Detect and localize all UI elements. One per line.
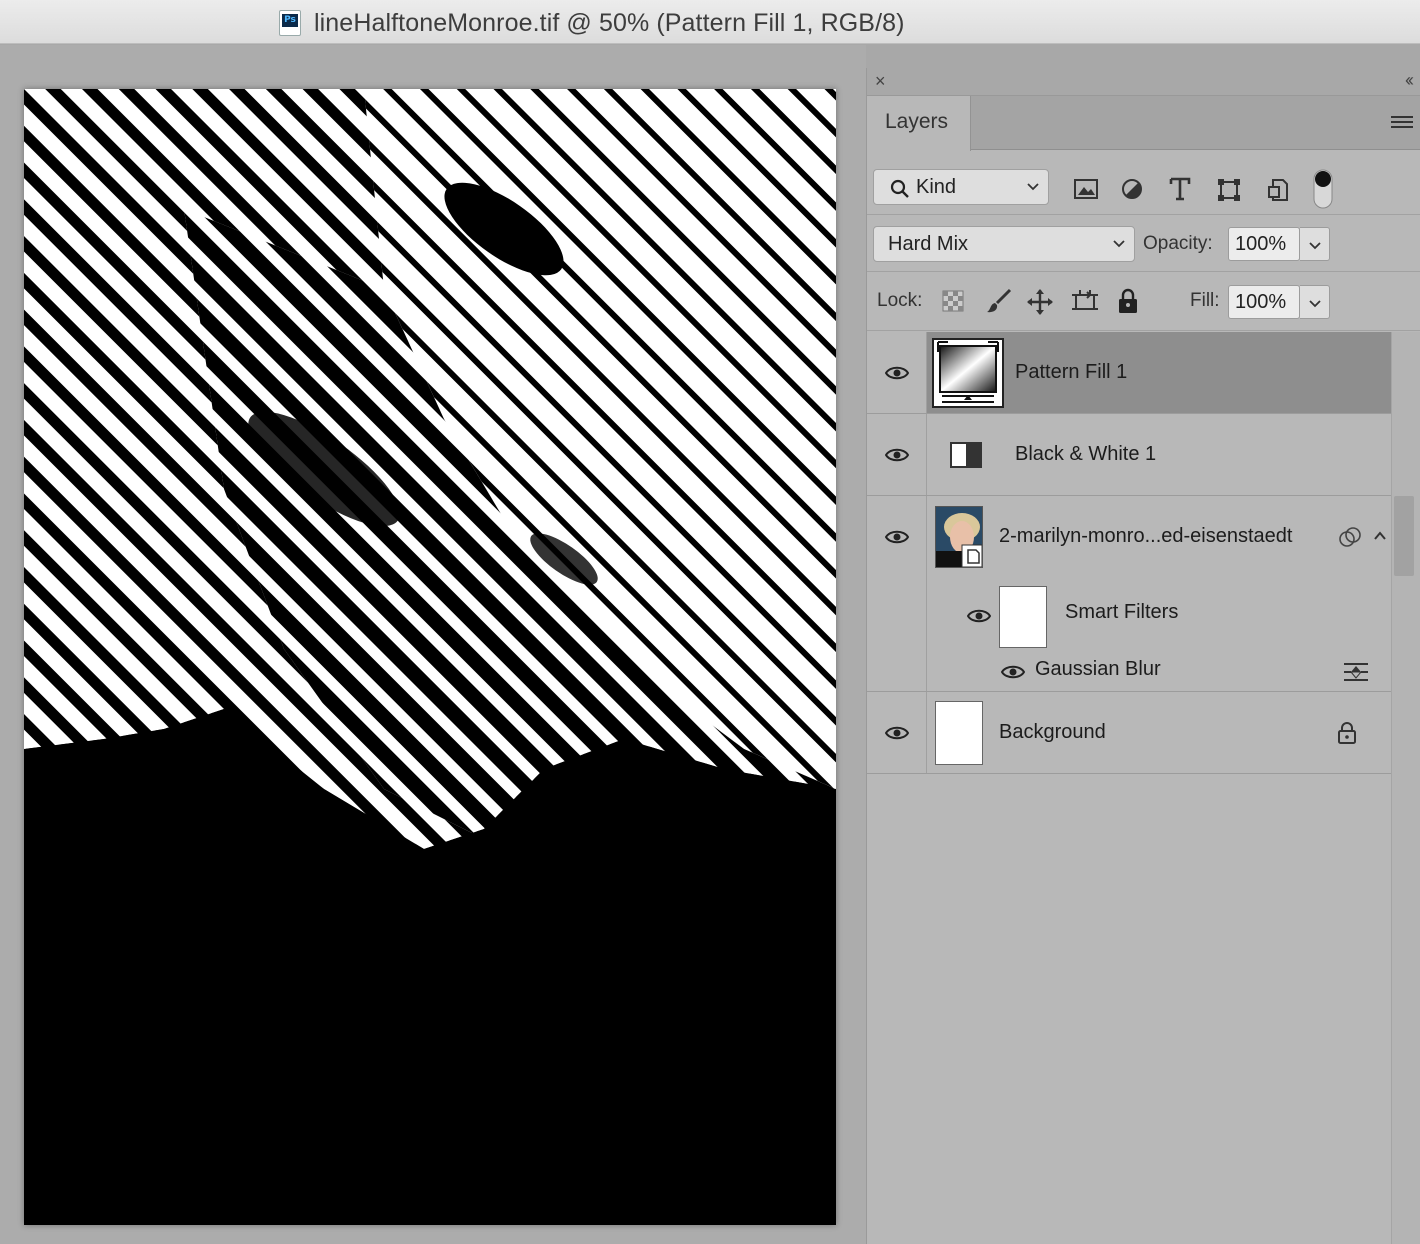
filter-blending-options-icon[interactable] — [1343, 662, 1369, 682]
smart-filter-link-icon — [1339, 527, 1361, 547]
collapse-panel-icon[interactable]: ‹‹ — [1405, 70, 1414, 91]
search-icon — [890, 179, 909, 198]
background-thumbnail — [935, 701, 983, 765]
filter-kind-dropdown[interactable]: Kind — [873, 169, 1049, 205]
eye-icon[interactable] — [885, 365, 909, 381]
panel-tab-row: Layers — [867, 96, 1420, 151]
gaussian-blur-label[interactable]: Gaussian Blur — [1035, 658, 1161, 681]
lock-icon — [1338, 722, 1356, 744]
filter-toggle[interactable] — [1313, 169, 1333, 209]
scrollbar-thumb[interactable] — [1394, 496, 1414, 576]
chevron-up-icon[interactable] — [1373, 529, 1387, 543]
opacity-label: Opacity: — [1143, 233, 1213, 254]
pattern-fill-thumbnail — [932, 338, 1004, 408]
layer-name: Black & White 1 — [1015, 443, 1157, 465]
image-filter-icon[interactable] — [1074, 179, 1098, 199]
title-bar: Ps lineHalftoneMonroe.tif @ 50% (Pattern… — [0, 0, 1420, 44]
layer-name: 2-marilyn-monro...ed-eisenstaedt — [999, 525, 1293, 547]
document-canvas[interactable] — [24, 89, 836, 1225]
lock-row: Lock: Fill: 100% — [867, 273, 1420, 331]
chevron-down-icon — [1309, 300, 1321, 308]
chevron-down-icon — [1309, 242, 1321, 250]
lock-transparent-pixels-icon[interactable] — [942, 290, 964, 312]
eye-icon[interactable] — [885, 725, 909, 741]
eye-icon[interactable] — [967, 608, 991, 624]
smart-filter-mask-thumbnail[interactable] — [999, 586, 1047, 648]
fill-input[interactable]: 100% — [1228, 285, 1300, 319]
smart-object-filter-icon[interactable] — [1267, 178, 1289, 202]
eye-icon[interactable] — [1001, 664, 1025, 680]
eye-icon[interactable] — [885, 529, 909, 545]
fill-dropdown-button[interactable] — [1300, 285, 1330, 319]
panel-menu-icon[interactable] — [1391, 116, 1413, 130]
blend-mode-dropdown[interactable]: Hard Mix — [873, 226, 1135, 262]
panel-header: × ‹‹ — [867, 68, 1420, 96]
lock-position-icon[interactable] — [1027, 289, 1053, 315]
adjustment-filter-icon[interactable] — [1121, 178, 1143, 200]
layers-panel: × ‹‹ Layers Kind Hard Mix Opacity: 100% — [866, 68, 1420, 1244]
chevron-down-icon — [1027, 183, 1039, 191]
fill-label: Fill: — [1190, 290, 1220, 311]
layer-name: Pattern Fill 1 — [1015, 361, 1128, 383]
lock-label: Lock: — [877, 290, 923, 311]
opacity-dropdown-button[interactable] — [1300, 227, 1330, 261]
blend-row: Hard Mix Opacity: 100% — [867, 216, 1420, 272]
shape-filter-icon[interactable] — [1217, 178, 1241, 202]
layer-name: Background — [999, 721, 1106, 743]
filter-row: Kind — [867, 151, 1420, 215]
smart-filters-label: Smart Filters — [1065, 601, 1179, 623]
document-title: lineHalftoneMonroe.tif @ 50% (Pattern Fi… — [314, 9, 905, 37]
tab-layers[interactable]: Layers — [867, 96, 971, 151]
lock-image-pixels-icon[interactable] — [986, 288, 1012, 314]
chevron-down-icon — [1113, 240, 1125, 248]
eye-icon[interactable] — [885, 447, 909, 463]
black-white-adjustment-icon — [950, 442, 982, 468]
photoshop-doc-icon: Ps — [279, 10, 301, 36]
layer-background[interactable]: Background — [867, 692, 1391, 774]
layers-scrollbar[interactable] — [1391, 332, 1420, 1244]
opacity-input[interactable]: 100% — [1228, 227, 1300, 261]
lock-all-icon[interactable] — [1118, 288, 1138, 314]
layer-pattern-fill-1[interactable]: Pattern Fill 1 — [867, 332, 1391, 414]
smart-filters-group: Smart Filters Gaussian Blur — [927, 578, 1391, 692]
layer-black-white-1[interactable]: Black & White 1 — [867, 414, 1391, 496]
type-filter-icon[interactable] — [1169, 177, 1191, 201]
line-halftone-image — [24, 89, 836, 1225]
close-panel-icon[interactable]: × — [875, 71, 886, 92]
smart-object-thumbnail — [935, 506, 983, 568]
lock-artboard-icon[interactable] — [1071, 289, 1099, 315]
